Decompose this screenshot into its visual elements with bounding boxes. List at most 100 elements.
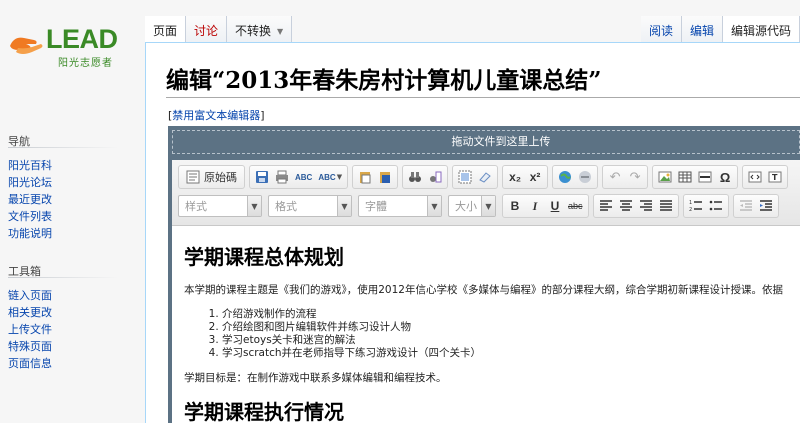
underline-button[interactable]: U	[545, 196, 565, 216]
logo-brand-text: LEAD	[46, 24, 118, 54]
align-justify-button[interactable]	[656, 196, 676, 216]
tab-page[interactable]: 页面	[145, 16, 187, 42]
sidebar-item-related-changes[interactable]: 相关更改	[8, 304, 138, 321]
sidebar-item-help[interactable]: 功能说明	[8, 225, 138, 242]
redo-button[interactable]: ↷	[625, 167, 645, 187]
sidebar-item-upload-file[interactable]: 上传文件	[8, 321, 138, 338]
numbered-list-icon: 12	[689, 200, 702, 213]
variant-dropdown-label: 不转换	[235, 24, 272, 38]
content-area: 编辑“2013年春朱房村计算机儿童课总结” [禁用富文本编辑器] 拖动文件到这里…	[145, 42, 800, 423]
align-right-icon	[639, 200, 652, 211]
toolbar-group-lists: 12	[682, 194, 729, 218]
title-divider	[166, 97, 800, 98]
bold-button[interactable]: B	[505, 196, 525, 216]
toolbar-row-1: 原始碼 ABC ABC ▼ x₂ x² ↶ ↷ Ω T	[178, 164, 792, 190]
size-combo[interactable]: 大小 ▼	[448, 195, 496, 217]
bulleted-list-icon	[709, 200, 722, 211]
special-char-button[interactable]: Ω	[715, 167, 735, 187]
sidebar-item-sunshine-wiki[interactable]: 阳光百科	[8, 157, 138, 174]
horizontal-rule-icon	[698, 171, 712, 183]
spellcheck-button[interactable]: ABC	[292, 167, 315, 187]
page-title: 编辑“2013年春朱房村计算机儿童课总结”	[166, 67, 602, 94]
undo-button[interactable]: ↶	[605, 167, 625, 187]
image-button[interactable]	[655, 167, 675, 187]
paste-from-word-button[interactable]	[375, 167, 395, 187]
svg-text:T: T	[772, 173, 778, 182]
sidebar-item-sunshine-forum[interactable]: 阳光论坛	[8, 174, 138, 191]
globe-link-icon	[559, 171, 572, 183]
align-right-button[interactable]	[636, 196, 656, 216]
disable-rich-editor-link[interactable]: 禁用富文本编辑器	[172, 109, 260, 122]
find-button[interactable]	[405, 167, 425, 187]
undo-icon: ↶	[609, 169, 621, 185]
subscript-button[interactable]: x₂	[505, 167, 525, 187]
remove-format-button[interactable]	[475, 167, 495, 187]
font-combo-label: 字體	[365, 200, 387, 213]
upload-dropzone[interactable]: 拖动文件到这里上传	[172, 130, 800, 154]
style-combo[interactable]: 样式 ▼	[178, 195, 262, 217]
spellcheck-as-you-type-button[interactable]: ABC ▼	[315, 167, 345, 187]
numbered-list-button[interactable]: 12	[686, 196, 706, 216]
toolbar-group-select	[452, 165, 499, 189]
sidebar-item-page-info[interactable]: 页面信息	[8, 355, 138, 372]
sidebar-item-recent-changes[interactable]: 最近更改	[8, 191, 138, 208]
size-combo-label: 大小	[455, 200, 477, 213]
toolbar-row-2: 样式 ▼ 格式 ▼ 字體 ▼ 大小 ▼ B I U abc 1 2	[178, 193, 783, 219]
content-ordered-list: 介绍游戏制作的流程 介绍绘图和图片编辑软件并练习设计人物 学习etoys关卡和迷…	[222, 308, 788, 360]
tab-discussion[interactable]: 讨论	[186, 16, 228, 42]
sidebar-item-special-pages[interactable]: 特殊页面	[8, 338, 138, 355]
sidebar-item-what-links-here[interactable]: 链入页面	[8, 287, 138, 304]
select-all-button[interactable]	[455, 167, 475, 187]
spellcheck-icon: ABC	[295, 172, 313, 182]
font-combo[interactable]: 字體 ▼	[358, 195, 442, 217]
strikethrough-button[interactable]: abc	[565, 196, 586, 216]
replace-button[interactable]	[425, 167, 445, 187]
list-item: 介绍绘图和图片编辑软件并练习设计人物	[222, 321, 788, 334]
horizontal-rule-button[interactable]	[695, 167, 715, 187]
code-button[interactable]	[745, 167, 765, 187]
page: LEAD 阳光志愿者 导航 阳光百科 阳光论坛 最近更改 文件列表 功能说明 工…	[0, 0, 800, 423]
content-paragraph-intro: 本学期的课程主题是《我们的游戏》，使用2012年信心学校《多媒体与编程》的部分课…	[184, 284, 783, 296]
indent-button[interactable]	[756, 196, 776, 216]
align-left-icon	[599, 200, 612, 211]
chevron-down-icon: ▼	[336, 173, 343, 181]
outdent-button[interactable]	[736, 196, 756, 216]
unlink-button[interactable]	[575, 167, 595, 187]
editor-content[interactable]: 学期课程总体规划 本学期的课程主题是《我们的游戏》，使用2012年信心学校《多媒…	[172, 227, 800, 423]
align-center-button[interactable]	[616, 196, 636, 216]
tab-read[interactable]: 阅读	[640, 16, 682, 42]
nav-separator	[8, 147, 118, 148]
paste-text-button[interactable]	[355, 167, 375, 187]
sidebar-item-file-list[interactable]: 文件列表	[8, 208, 138, 225]
superscript-button[interactable]: x²	[525, 167, 545, 187]
variant-dropdown[interactable]: 不转换 ▼	[227, 16, 293, 42]
align-justify-icon	[659, 200, 672, 211]
print-button[interactable]	[272, 167, 292, 187]
save-button[interactable]	[252, 167, 272, 187]
source-button[interactable]: 原始碼	[181, 167, 242, 187]
toolbar-group-undo: ↶ ↷	[602, 165, 649, 189]
site-logo[interactable]: LEAD 阳光志愿者	[0, 0, 142, 82]
tab-edit[interactable]: 编辑	[681, 16, 723, 42]
toolbar-group-find	[402, 165, 449, 189]
align-left-button[interactable]	[596, 196, 616, 216]
bulleted-list-button[interactable]	[706, 196, 726, 216]
chevron-down-icon: ▼	[247, 196, 261, 216]
table-button[interactable]	[675, 167, 695, 187]
list-item: 学习etoys关卡和迷宫的解法	[222, 334, 788, 347]
binoculars-icon	[409, 172, 422, 182]
namespace-tabs: 页面 讨论 不转换 ▼	[145, 16, 293, 42]
paste-text-icon	[360, 172, 371, 184]
list-item: 学习scratch并在老师指导下练习游戏设计（四个关卡）	[222, 347, 788, 360]
omega-icon: Ω	[719, 169, 731, 185]
source-label: 原始碼	[204, 171, 237, 184]
template-button[interactable]: T	[765, 167, 785, 187]
view-tabs: 阅读 编辑 编辑源代码	[640, 16, 800, 42]
format-combo[interactable]: 格式 ▼	[268, 195, 352, 217]
code-icon	[748, 171, 762, 183]
unlink-icon	[579, 171, 592, 183]
rich-text-editor: 原始碼 ABC ABC ▼ x₂ x² ↶ ↷ Ω T 样式 ▼ 格式 ▼ 字體…	[172, 160, 800, 423]
italic-button[interactable]: I	[525, 196, 545, 216]
link-button[interactable]	[555, 167, 575, 187]
tab-edit-source[interactable]: 编辑源代码	[722, 16, 800, 42]
